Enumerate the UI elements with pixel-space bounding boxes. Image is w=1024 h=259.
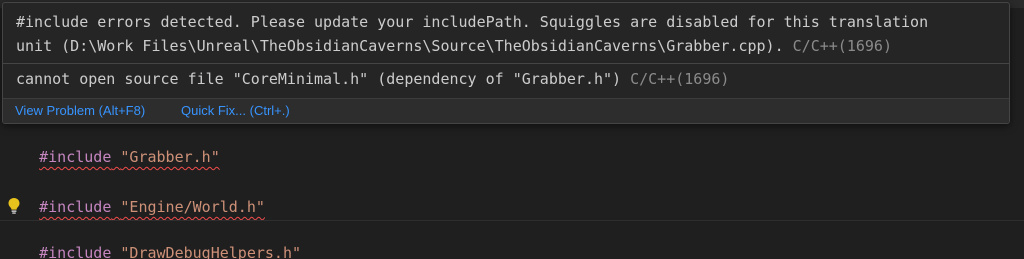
- problem-hover-widget: #include errors detected. Please update …: [2, 2, 1010, 124]
- problem-1-line-2: unit (D:\Work Files\Unreal\TheObsidianCa…: [16, 34, 892, 58]
- problem-1-message: unit (D:\Work Files\Unreal\TheObsidianCa…: [16, 37, 784, 55]
- include-path: "Engine/World.h": [120, 198, 265, 216]
- problem-1-error-code: C/C++(1696): [792, 37, 892, 55]
- problem-2-message: cannot open source file "CoreMinimal.h" …: [16, 70, 622, 88]
- view-problem-link[interactable]: View Problem (Alt+F8): [15, 102, 145, 120]
- lightbulb-icon[interactable]: [6, 197, 22, 215]
- problem-1-line-1: #include errors detected. Please update …: [16, 13, 929, 31]
- include-directive: #include: [39, 244, 112, 259]
- problem-2-error-code: C/C++(1696): [630, 70, 730, 88]
- problem-2-line: cannot open source file "CoreMinimal.h" …: [16, 67, 729, 91]
- include-path: "Grabber.h": [120, 148, 220, 166]
- code-line-1[interactable]: #include "Grabber.h": [3, 124, 220, 166]
- include-squiggle-2: #include "Engine/World.h": [39, 198, 265, 216]
- problem-divider: [3, 63, 1009, 64]
- include-squiggle-3: #include "DrawDebugHelpers.h": [39, 244, 301, 259]
- code-line-3[interactable]: #include "DrawDebugHelpers.h": [3, 220, 301, 259]
- code-line-2[interactable]: #include "Engine/World.h": [3, 174, 265, 216]
- hover-actions-bar: View Problem (Alt+F8) Quick Fix... (Ctrl…: [3, 98, 1009, 123]
- quick-fix-link[interactable]: Quick Fix... (Ctrl+.): [181, 102, 290, 120]
- include-path: "DrawDebugHelpers.h": [120, 244, 302, 259]
- include-directive: #include: [39, 148, 112, 166]
- include-directive: #include: [39, 198, 112, 216]
- include-squiggle-1: #include "Grabber.h": [39, 148, 220, 166]
